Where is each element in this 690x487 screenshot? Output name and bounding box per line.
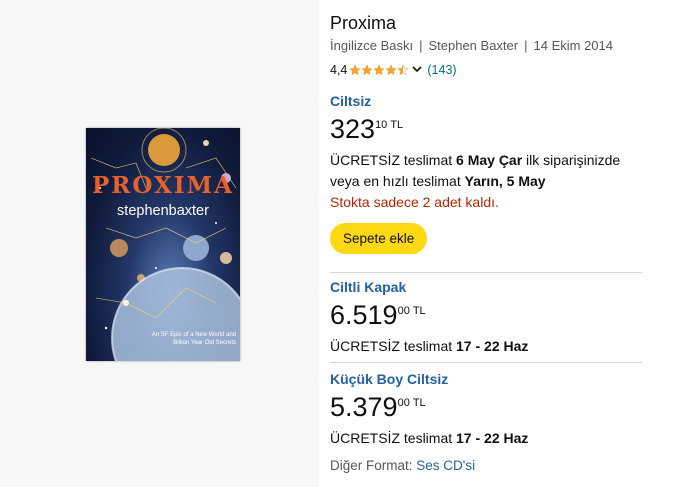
format-name-link[interactable]: Ciltsiz	[330, 92, 620, 110]
edition-label: İngilizce Baskı	[330, 38, 414, 53]
delivery-info: ÜCRETSİZ teslimat 17 - 22 Haz	[330, 428, 528, 449]
price: 5.379 00 TL	[330, 392, 528, 422]
price-currency: TL	[412, 305, 426, 317]
price: 323 10 TL	[330, 114, 620, 144]
separator: |	[524, 38, 528, 53]
cover-tagline-line-1: An SF Epic of a New World and	[151, 332, 236, 338]
book-cover-image[interactable]: PROXIMA stephenbaxter An SF Epic of a Ne…	[86, 128, 240, 361]
separator: |	[419, 38, 423, 53]
product-details: Proxima İngilizce Baskı | Stephen Baxter | 1…	[330, 12, 675, 473]
author-link[interactable]: Stephen Baxter	[428, 38, 518, 53]
stock-warning: Stokta sadece 2 adet kaldı.	[330, 194, 499, 210]
product-byline: İngilizce Baskı | Stephen Baxter | 14 Ekim 2…	[330, 37, 675, 55]
rating-row: 4,4 (143)	[330, 61, 675, 78]
star-full-icon	[349, 63, 361, 75]
fast-delivery-prefix: veya en hızlı teslimat	[330, 173, 465, 189]
star-full-icon	[373, 63, 385, 75]
price-currency: TL	[412, 397, 426, 409]
cover-tagline: An SF Epic of a New World and Billion Ye…	[110, 331, 240, 347]
cover-art	[90, 128, 240, 361]
delivery-date: 6 May Çar	[456, 152, 523, 168]
star-full-icon	[385, 63, 397, 75]
price-fraction: 00	[397, 305, 410, 317]
delivery-prefix: ÜCRETSİZ teslimat	[330, 152, 457, 168]
star-half-icon	[397, 63, 409, 75]
price-whole: 5.379	[330, 392, 398, 422]
cover-tagline-line-2: Billion Year Old Secrets	[173, 340, 236, 346]
cover-title-text: PROXIMA	[92, 172, 234, 199]
price-whole: 323	[330, 114, 376, 144]
review-count-link[interactable]: (143)	[427, 63, 456, 77]
format-name-link[interactable]: Ciltli Kapak	[330, 278, 528, 296]
chevron-down-icon[interactable]	[411, 63, 423, 77]
price-fraction: 00	[397, 397, 410, 409]
product-title[interactable]: Proxima	[330, 12, 675, 34]
publication-date: 14 Ekim 2014	[533, 38, 614, 53]
star-rating[interactable]	[349, 63, 409, 76]
product-image-panel: PROXIMA stephenbaxter An SF Epic of a Ne…	[0, 0, 319, 487]
cover-author-text: stephenbaxter	[117, 203, 209, 219]
divider	[330, 362, 642, 363]
format-mass-market: Küçük Boy Ciltsiz 5.379 00 TL ÜCRETSİZ t…	[330, 370, 528, 449]
star-full-icon	[361, 63, 373, 75]
format-paperback: Ciltsiz 323 10 TL ÜCRETSİZ teslimat 6 Ma…	[330, 92, 620, 254]
format-name-link[interactable]: Küçük Boy Ciltsiz	[330, 370, 528, 388]
fast-delivery-date: Yarın, 5 May	[464, 173, 546, 189]
rating-value: 4,4	[330, 62, 348, 77]
delivery-info: ÜCRETSİZ teslimat 6 May Çar ilk siparişi…	[330, 150, 620, 171]
fast-delivery-info: veya en hızlı teslimat Yarın, 5 May	[330, 171, 620, 192]
delivery-date: 17 - 22 Haz	[456, 430, 529, 446]
add-to-cart-button[interactable]: Sepete ekle	[330, 223, 428, 254]
format-hardcover: Ciltli Kapak 6.519 00 TL ÜCRETSİZ teslim…	[330, 278, 528, 357]
delivery-date: 17 - 22 Haz	[456, 338, 529, 354]
price-whole: 6.519	[330, 300, 398, 330]
other-format-row: Diğer Format: Ses CD'si	[330, 458, 475, 473]
price-currency: TL	[390, 119, 404, 131]
delivery-prefix: ÜCRETSİZ teslimat	[330, 338, 457, 354]
delivery-suffix: ilk siparişinizde	[522, 152, 621, 168]
price-fraction: 10	[375, 119, 388, 131]
delivery-info: ÜCRETSİZ teslimat 17 - 22 Haz	[330, 336, 528, 357]
other-format-label: Diğer Format:	[330, 458, 417, 473]
audio-cd-link[interactable]: Ses CD'si	[416, 458, 475, 473]
divider	[330, 272, 642, 273]
price: 6.519 00 TL	[330, 300, 528, 330]
delivery-prefix: ÜCRETSİZ teslimat	[330, 430, 457, 446]
